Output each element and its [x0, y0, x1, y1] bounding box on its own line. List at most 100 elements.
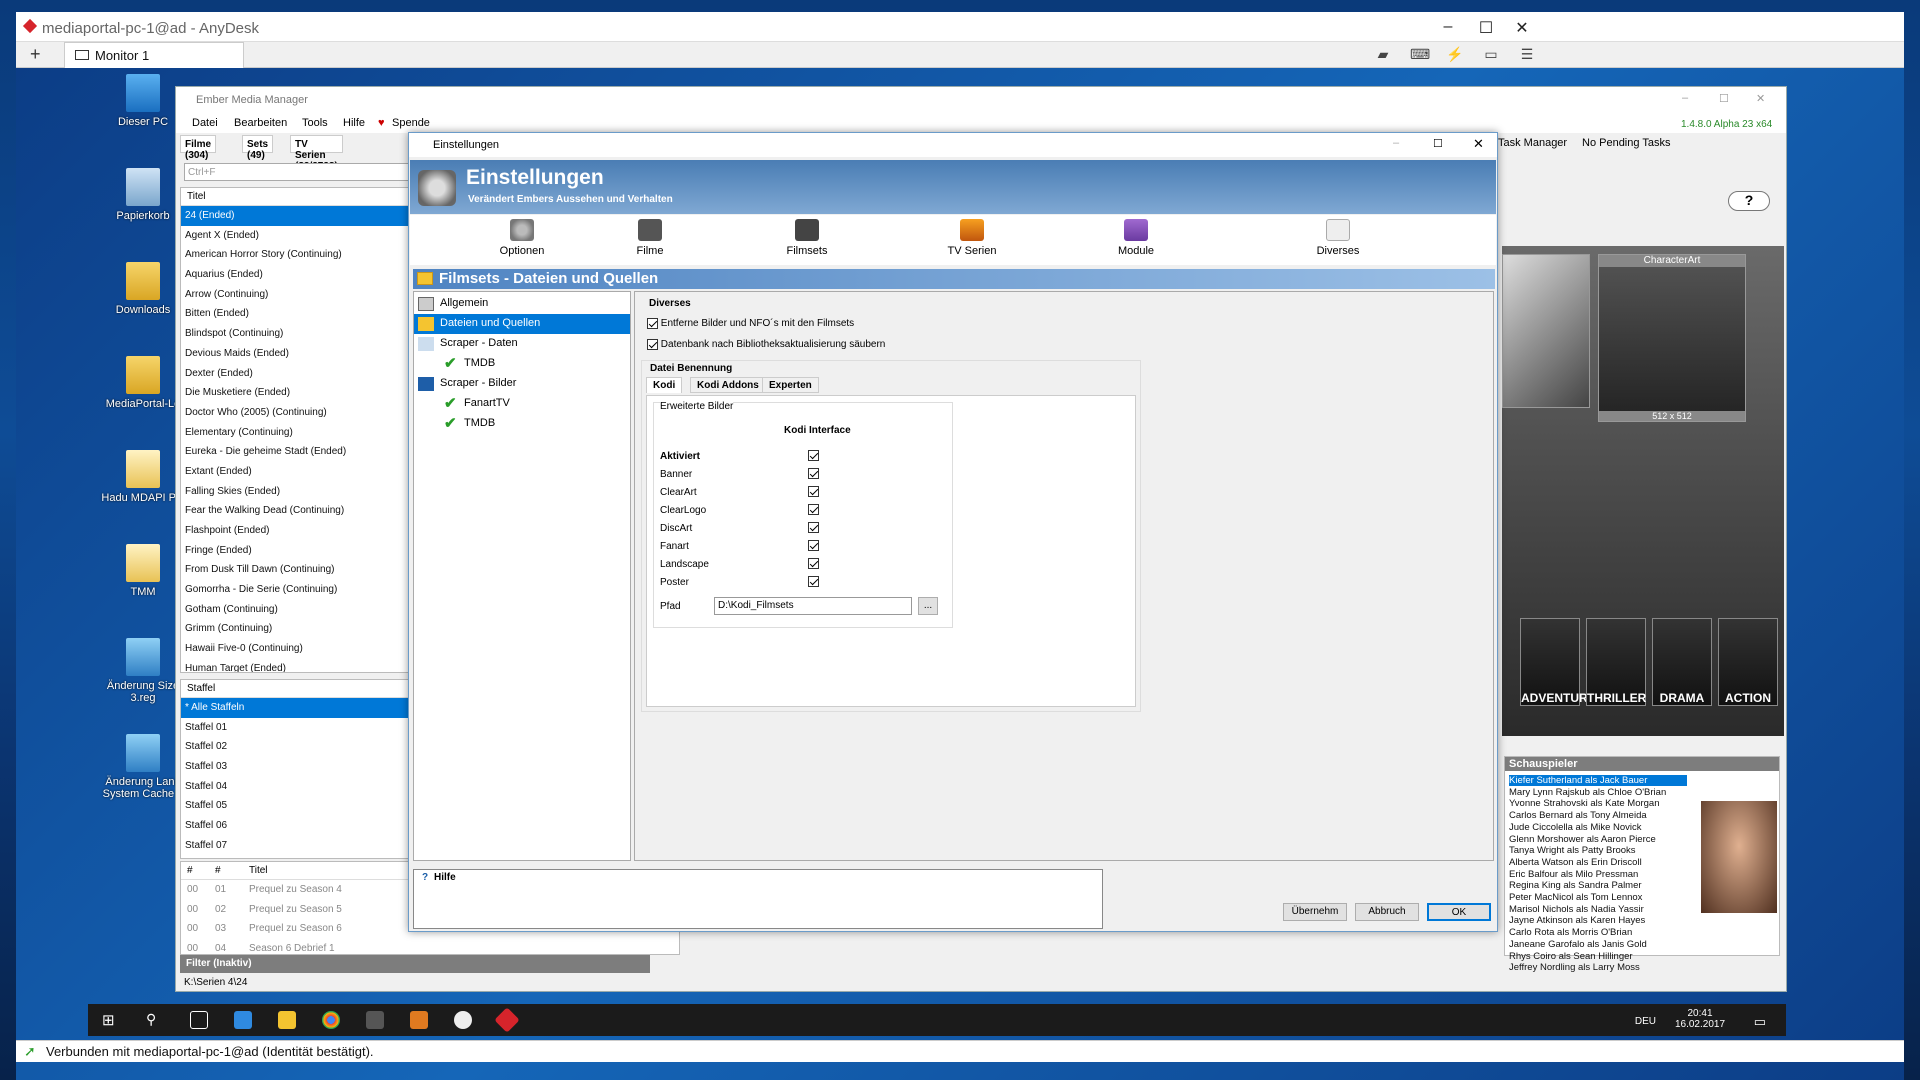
characterart-box[interactable]: CharacterArt 512 x 512: [1598, 254, 1746, 422]
tab-filme[interactable]: Filme (304): [180, 135, 217, 161]
actor-item[interactable]: Carlo Rota als Morris O'Brian: [1509, 927, 1632, 938]
menu-spende[interactable]: Spende: [392, 117, 430, 129]
list-item[interactable]: Arrow (Continuing): [181, 285, 411, 305]
actor-item[interactable]: Janeane Garofalo als Janis Gold: [1509, 939, 1647, 950]
tree-tmdb-data[interactable]: ✔ TMDB: [414, 354, 630, 374]
genre-thriller[interactable]: THRILLER: [1586, 618, 1646, 706]
list-item[interactable]: Agent X (Ended): [181, 226, 411, 246]
tree-scraper-daten[interactable]: Scraper - Daten: [414, 334, 630, 354]
actor-item[interactable]: Kiefer Sutherland als Jack Bauer: [1509, 775, 1687, 786]
list-item[interactable]: Aquarius (Ended): [181, 265, 411, 285]
actor-item[interactable]: Regina King als Sandra Palmer: [1509, 880, 1642, 891]
actor-item[interactable]: Alberta Watson als Erin Driscoll: [1509, 857, 1642, 868]
col-title[interactable]: Titel: [249, 865, 268, 876]
dialog-close-icon[interactable]: ✕: [1473, 136, 1484, 152]
list-item[interactable]: Fear the Walking Dead (Continuing): [181, 501, 411, 521]
ember-icon[interactable]: [410, 1011, 428, 1029]
list-item[interactable]: Doctor Who (2005) (Continuing): [181, 403, 411, 423]
notification-icon[interactable]: ▭: [1754, 1014, 1766, 1030]
tree-allgemein[interactable]: Allgemein: [414, 294, 630, 314]
toolbar-diverses[interactable]: Diverses: [1298, 219, 1378, 257]
task-view-icon[interactable]: [190, 1011, 208, 1029]
minimize-icon[interactable]: –: [1438, 18, 1458, 36]
poster-art[interactable]: [1502, 254, 1590, 408]
kodi-interface-checkbox[interactable]: [808, 450, 819, 461]
season-list-header[interactable]: Staffel: [181, 680, 411, 698]
list-item[interactable]: From Dusk Till Dawn (Continuing): [181, 560, 411, 580]
toolbar-tv-serien[interactable]: TV Serien: [932, 219, 1012, 257]
tab-sets[interactable]: Sets (49): [242, 135, 274, 161]
edge-icon[interactable]: [234, 1011, 252, 1029]
col-episode[interactable]: #: [215, 865, 221, 876]
actor-item[interactable]: Marisol Nichols als Nadia Yassir: [1509, 904, 1644, 915]
anydesk-taskbar-icon[interactable]: [494, 1007, 520, 1033]
genre-adventure[interactable]: ADVENTURE: [1520, 618, 1596, 706]
close-icon[interactable]: ✕: [1512, 18, 1532, 38]
list-item[interactable]: Bitten (Ended): [181, 304, 411, 324]
actor-item[interactable]: Jeffrey Nordling als Larry Moss: [1509, 962, 1640, 973]
lightning-icon[interactable]: ⚡: [1446, 46, 1464, 62]
tab-experten[interactable]: Experten: [762, 377, 819, 393]
list-item[interactable]: Grimm (Continuing): [181, 619, 411, 639]
windows-start-icon[interactable]: ⊞: [102, 1011, 120, 1029]
tree-fanarttv[interactable]: ✔ FanartTV: [414, 394, 630, 414]
actor-item[interactable]: Jude Ciccolella als Mike Novick: [1509, 822, 1642, 833]
actor-item[interactable]: Eric Balfour als Milo Pressman: [1509, 869, 1638, 880]
search-input[interactable]: Ctrl+F: [184, 163, 410, 181]
list-item[interactable]: * Alle Staffeln: [181, 698, 411, 718]
list-item[interactable]: Eureka - Die geheime Stadt (Ended): [181, 442, 411, 462]
toolbar-module[interactable]: Module: [1096, 219, 1176, 257]
actor-item[interactable]: Glenn Morshower als Aaron Pierce: [1509, 834, 1656, 845]
list-item[interactable]: Fringe (Ended): [181, 541, 411, 561]
tab-kodi-addons[interactable]: Kodi Addons: [690, 377, 766, 393]
display-icon[interactable]: ▭: [1482, 46, 1500, 62]
list-item[interactable]: 24 (Ended): [181, 206, 411, 226]
actor-item[interactable]: Rhys Coiro als Sean Hillinger: [1509, 951, 1633, 962]
list-item[interactable]: Staffel 05: [181, 796, 411, 816]
list-item[interactable]: Blindspot (Continuing): [181, 324, 411, 344]
tab-monitor-1[interactable]: Monitor 1: [64, 42, 244, 68]
list-item[interactable]: Staffel 07: [181, 836, 411, 856]
option-clean-db[interactable]: Datenbank nach Bibliotheksaktualisierung…: [647, 339, 885, 350]
list-item[interactable]: Die Musketiere (Ended): [181, 383, 411, 403]
kodi-interface-checkbox[interactable]: [808, 468, 819, 479]
toolbar-filme[interactable]: Filme: [610, 219, 690, 257]
dialog-minimize-icon[interactable]: –: [1393, 137, 1399, 149]
menu-icon[interactable]: ☰: [1518, 46, 1536, 62]
tree-tmdb-images[interactable]: ✔ TMDB: [414, 414, 630, 434]
keyboard-icon[interactable]: ⌨: [1410, 46, 1430, 62]
clock[interactable]: 20:41 16.02.2017: [1670, 1008, 1730, 1030]
col-season[interactable]: #: [187, 865, 193, 876]
kodi-interface-checkbox[interactable]: [808, 558, 819, 569]
kodi-interface-checkbox[interactable]: [808, 540, 819, 551]
new-tab-button[interactable]: +: [30, 44, 41, 65]
list-item[interactable]: Extant (Ended): [181, 462, 411, 482]
list-item[interactable]: Human Target (Ended): [181, 659, 411, 672]
kodi-interface-checkbox[interactable]: [808, 504, 819, 515]
emm-maximize-icon[interactable]: ☐: [1719, 92, 1729, 105]
list-item[interactable]: American Horror Story (Continuing): [181, 245, 411, 265]
app-icon[interactable]: [366, 1011, 384, 1029]
kodi-interface-checkbox[interactable]: [808, 486, 819, 497]
search-icon[interactable]: ⚲: [146, 1011, 164, 1029]
emm-close-icon[interactable]: ✕: [1756, 92, 1765, 105]
actor-item[interactable]: Mary Lynn Rajskub als Chloe O'Brian: [1509, 787, 1666, 798]
actor-item[interactable]: Carlos Bernard als Tony Almeida: [1509, 810, 1647, 821]
actor-item[interactable]: Yvonne Strahovski als Kate Morgan: [1509, 798, 1660, 809]
clock-app-icon[interactable]: [454, 1011, 472, 1029]
pfad-input[interactable]: D:\Kodi_Filmsets: [714, 597, 912, 615]
filter-bar[interactable]: Filter (Inaktiv): [180, 955, 650, 973]
option-remove-images[interactable]: Entferne Bilder und NFO´s mit den Filmse…: [647, 318, 854, 329]
list-item[interactable]: Falling Skies (Ended): [181, 482, 411, 502]
ok-button[interactable]: OK: [1427, 903, 1491, 921]
list-item[interactable]: Staffel 06: [181, 816, 411, 836]
list-item[interactable]: Flashpoint (Ended): [181, 521, 411, 541]
list-item[interactable]: Staffel 02: [181, 737, 411, 757]
list-item[interactable]: Staffel 04: [181, 777, 411, 797]
list-item[interactable]: Gotham (Continuing): [181, 600, 411, 620]
tab-kodi[interactable]: Kodi: [646, 377, 683, 393]
table-row[interactable]: 00 04 Season 6 Debrief 1: [181, 939, 679, 954]
list-item[interactable]: Staffel 03: [181, 757, 411, 777]
toolbar-filmsets[interactable]: Filmsets: [767, 219, 847, 257]
list-item[interactable]: Staffel 01: [181, 718, 411, 738]
